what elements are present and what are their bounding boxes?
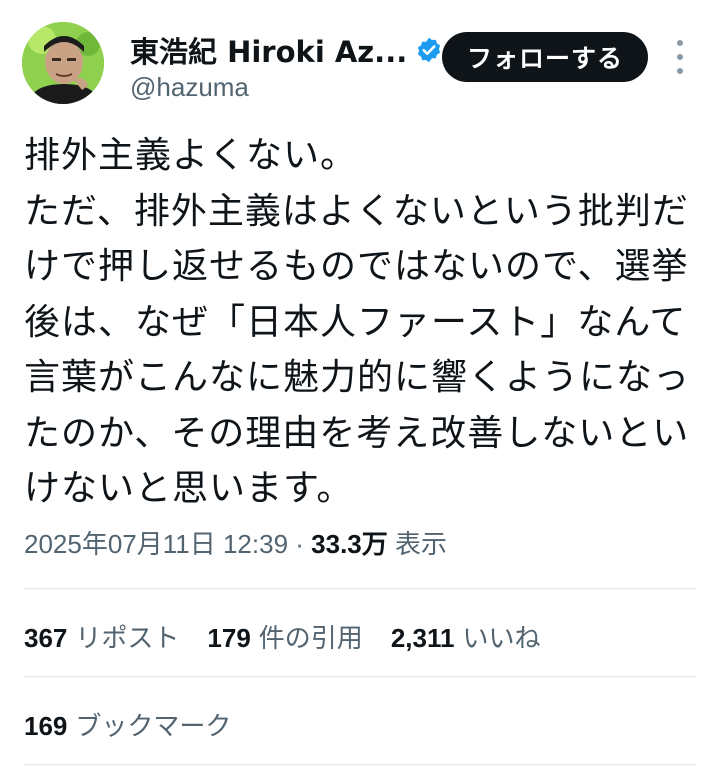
tweet-text-line: 言葉がこんなに魅力的に響くようになっ xyxy=(24,357,691,398)
tweet-text-line: けないと思います。 xyxy=(24,468,354,509)
likes-stat[interactable]: 2,311 いいね xyxy=(391,618,541,655)
avatar-photo xyxy=(22,22,104,104)
tweet-meta: 2025年07月11日 12:39 · 33.3万 表示 xyxy=(24,524,447,561)
reposts-stat[interactable]: 367 リポスト xyxy=(24,618,179,655)
tweet-header: 東浩紀 Hiroki Az... @hazuma フォローする xyxy=(22,22,702,112)
bookmarks-stat[interactable]: 169 ブックマーク xyxy=(24,706,231,743)
divider xyxy=(24,588,696,589)
quotes-label: 件の引用 xyxy=(258,622,363,653)
divider xyxy=(24,764,696,765)
divider xyxy=(24,676,696,677)
bookmarks-count: 169 xyxy=(24,710,68,741)
likes-count: 2,311 xyxy=(390,622,455,653)
tweet-timestamp[interactable]: 2025年07月11日 12:39 xyxy=(24,529,288,559)
bookmarks-row: 169 ブックマーク xyxy=(24,702,259,746)
quotes-count: 179 xyxy=(207,622,251,653)
avatar[interactable] xyxy=(22,22,104,104)
views-count[interactable]: 33.3万 xyxy=(311,529,388,559)
follow-button[interactable]: フォローする xyxy=(442,32,648,82)
tweet-text-line: 排外主義よくない。 xyxy=(24,135,358,176)
verified-badge-icon[interactable] xyxy=(415,36,443,64)
author-info: 東浩紀 Hiroki Az... @hazuma xyxy=(130,29,441,103)
more-vertical-icon[interactable] xyxy=(670,40,690,74)
tweet-text: 排外主義よくない。 ただ、排外主義はよくないという批判だ けで押し返せるものでは… xyxy=(24,128,694,517)
tweet-text-line: 後は、なぜ「日本人ファースト」なんて xyxy=(24,301,687,343)
engagement-stats: 367 リポスト 179 件の引用 2,311 いいね xyxy=(24,614,568,658)
display-name[interactable]: 東浩紀 Hiroki Az... xyxy=(130,29,407,71)
tweet-text-line: けで押し返せるものではないので、選挙 xyxy=(24,246,689,287)
tweet-text-line: ただ、排外主義はよくないという批判だ xyxy=(24,190,689,232)
tweet-detail: 東浩紀 Hiroki Az... @hazuma フォローする 排外主義よくない… xyxy=(0,0,720,775)
views-label: 表示 xyxy=(395,529,448,559)
meta-separator: · xyxy=(288,529,312,559)
display-name-row: 東浩紀 Hiroki Az... xyxy=(130,29,441,71)
reposts-count: 367 xyxy=(24,622,68,653)
quotes-stat[interactable]: 179 件の引用 xyxy=(207,618,362,655)
bookmarks-label: ブックマーク xyxy=(75,710,232,741)
reposts-label: リポスト xyxy=(75,622,180,653)
likes-label: いいね xyxy=(462,622,541,653)
author-handle[interactable]: @hazuma xyxy=(130,72,430,103)
tweet-text-line: たのか、その理由を考え改善しないとい xyxy=(24,412,690,454)
